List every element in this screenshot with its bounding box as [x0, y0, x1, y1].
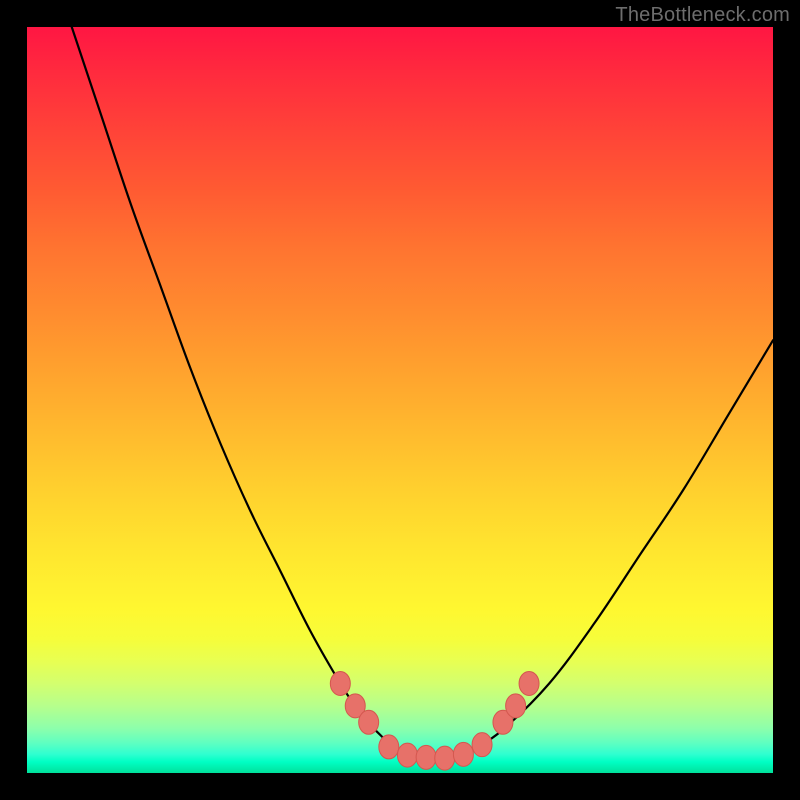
bottleneck-curve-svg — [27, 27, 773, 773]
curve-markers — [330, 671, 539, 770]
curve-marker — [359, 710, 379, 734]
curve-marker — [330, 671, 350, 695]
curve-marker — [379, 735, 399, 759]
curve-marker — [435, 746, 455, 770]
watermark-text: TheBottleneck.com — [615, 4, 790, 27]
curve-marker — [397, 743, 417, 767]
plot-area — [27, 27, 773, 773]
chart-frame: TheBottleneck.com — [0, 0, 800, 800]
curve-marker — [506, 694, 526, 718]
curve-marker — [453, 742, 473, 766]
bottleneck-curve-path — [72, 27, 773, 758]
curve-marker — [519, 671, 539, 695]
curve-marker — [416, 745, 436, 769]
curve-marker — [472, 733, 492, 757]
